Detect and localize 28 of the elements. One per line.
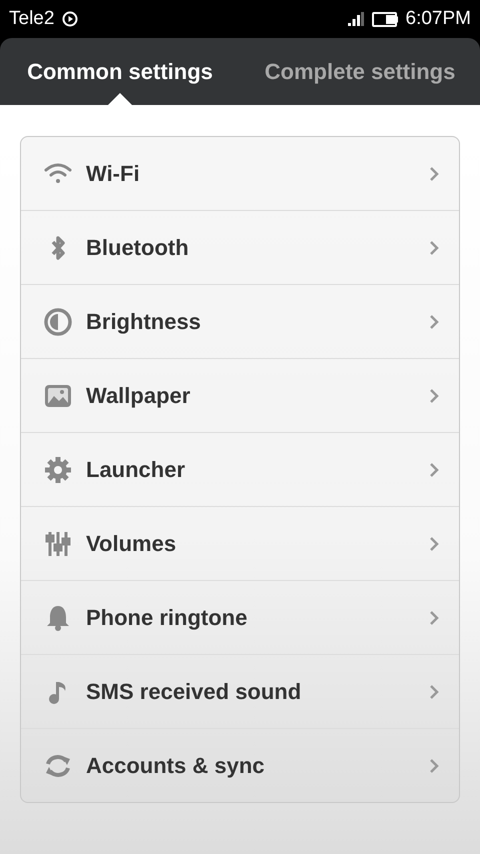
settings-item[interactable]: SMS received sound bbox=[21, 654, 459, 728]
chevron-icon bbox=[429, 610, 439, 626]
tab-indicator-icon bbox=[107, 93, 133, 106]
tab[interactable]: Common settings bbox=[23, 38, 217, 105]
signal-icon bbox=[348, 12, 364, 26]
carrier-name: Tele2 bbox=[9, 8, 54, 30]
half-circle-icon bbox=[43, 306, 73, 336]
settings-item[interactable]: Wallpaper bbox=[21, 358, 459, 432]
clock-time: 6:07PM bbox=[406, 8, 471, 30]
chevron-icon bbox=[429, 684, 439, 700]
settings-item[interactable]: Volumes bbox=[21, 506, 459, 580]
settings-item[interactable]: Bluetooth bbox=[21, 210, 459, 284]
tab[interactable]: Complete settings bbox=[260, 38, 460, 105]
chevron-icon bbox=[429, 462, 439, 478]
battery-icon bbox=[372, 12, 398, 26]
settings-item[interactable]: Launcher bbox=[21, 432, 459, 506]
play-icon bbox=[62, 11, 78, 27]
chevron-icon bbox=[429, 314, 439, 330]
settings-item[interactable]: Accounts & sync bbox=[21, 728, 459, 802]
chevron-icon bbox=[429, 166, 439, 182]
chevron-icon bbox=[429, 758, 439, 774]
chevron-icon bbox=[429, 536, 439, 552]
gear-icon bbox=[43, 454, 73, 484]
settings-item[interactable]: Wi-Fi bbox=[21, 137, 459, 210]
settings-item[interactable]: Phone ringtone bbox=[21, 580, 459, 654]
settings-item[interactable]: Brightness bbox=[21, 284, 459, 358]
chevron-icon bbox=[429, 240, 439, 256]
chevron-icon bbox=[429, 388, 439, 404]
